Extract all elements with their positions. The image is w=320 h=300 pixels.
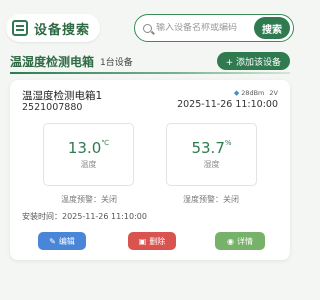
device-count: 1台设备 (100, 57, 133, 68)
install-time: 安装时间：2025-11-26 11:10:00 (22, 212, 147, 221)
temperature-panel: 13.0℃ 温度 (43, 123, 134, 186)
device-name: 温湿度检测电箱1 (22, 90, 103, 102)
temperature-alarm-status: 温度预警：关闭 (61, 195, 117, 204)
humidity-panel: 53.7% 湿度 (166, 123, 257, 186)
voltage: 2V (269, 89, 278, 97)
eye-icon: ◉ (227, 236, 234, 246)
search-box: 搜索 (134, 14, 294, 42)
trash-icon: ▣ (138, 236, 147, 246)
device-group-header: 温湿度检测电箱 1台设备 + 添加该设备 (10, 52, 290, 70)
device-group-name: 温湿度检测电箱 (10, 54, 95, 69)
page-title-pill: 设备搜索 (6, 14, 101, 42)
temperature-value: 13.0 (67, 139, 102, 157)
search-icon (143, 23, 152, 33)
humidity-value: 53.7 (191, 139, 225, 157)
wifi-icon: ◆ (233, 89, 240, 97)
device-card: 温湿度检测电箱1 2521007880 ◆ 28dBm 2V 2025-11-2… (10, 80, 290, 260)
detail-button[interactable]: ◉ 详情 (215, 232, 265, 250)
humidity-label: 湿度 (203, 160, 220, 169)
device-serial: 2521007880 (22, 102, 83, 113)
add-device-button[interactable]: + 添加该设备 (216, 52, 290, 70)
temperature-reading: 13.0℃ (44, 139, 133, 157)
top-bar: 设备搜索 搜索 (6, 13, 294, 43)
search-button[interactable]: 搜索 (254, 17, 290, 39)
list-icon (12, 20, 28, 36)
page-title: 设备搜索 (34, 22, 91, 38)
search-input[interactable] (156, 23, 254, 33)
edit-button[interactable]: ✎ 编辑 (38, 232, 86, 250)
signal-strength: 28dBm (241, 89, 265, 97)
edit-icon: ✎ (49, 236, 56, 246)
section-divider (10, 72, 290, 74)
detail-label: 详情 (236, 236, 253, 246)
humidity-reading: 53.7% (167, 139, 256, 157)
edit-label: 编辑 (58, 236, 75, 246)
temperature-unit: ℃ (101, 139, 110, 147)
humidity-unit: % (224, 139, 232, 147)
device-update-time: 2025-11-26 11:10:00 (177, 99, 278, 110)
delete-button[interactable]: ▣ 删除 (128, 232, 176, 250)
humidity-alarm-status: 湿度预警：关闭 (183, 195, 239, 204)
temperature-label: 温度 (80, 160, 97, 169)
signal-status: ◆ 28dBm 2V (234, 89, 278, 97)
delete-label: 删除 (149, 236, 166, 246)
